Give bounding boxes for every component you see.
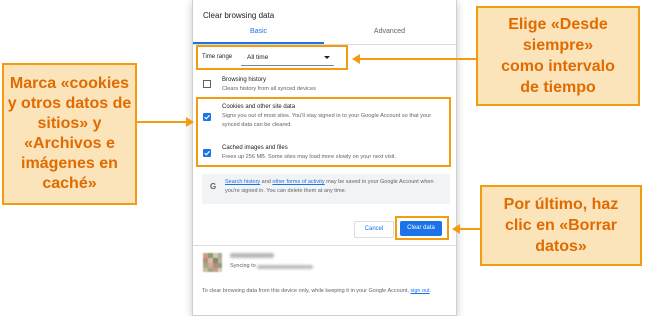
arrow-left-icon	[452, 224, 460, 234]
sync-label: Syncing to	[230, 263, 256, 269]
dialog-title: Clear browsing data	[203, 11, 275, 20]
divider	[193, 245, 456, 246]
browsing-history-title: Browsing history	[222, 77, 267, 83]
callout-select-checkboxes: Marca «cookies y otros datos de sitios» …	[2, 63, 137, 205]
account-email-redacted	[257, 265, 313, 269]
callout-clear-data: Por último, haz clic en «Borrar datos»	[480, 185, 642, 266]
account-name-redacted	[230, 253, 274, 258]
sign-out-link[interactable]: sign out	[410, 288, 429, 294]
arrow-line	[360, 58, 476, 60]
google-g-icon: G	[210, 182, 217, 191]
arrow-line	[460, 228, 480, 230]
arrow-left-icon	[352, 54, 360, 64]
callout-time-range: Elige «Desde siempre» como intervalo de …	[476, 6, 640, 106]
arrow-right-icon	[186, 117, 194, 127]
options-highlight	[196, 97, 451, 167]
time-range-highlight	[196, 45, 348, 70]
tab-basic[interactable]: Basic	[193, 28, 324, 42]
arrow-line	[137, 121, 188, 123]
browsing-history-description: Clears history from all synced devices	[222, 86, 316, 92]
clear-button-highlight	[395, 216, 449, 240]
google-activity-info: G Search history and other forms of acti…	[202, 174, 450, 204]
other-activity-link[interactable]: other forms of activity	[272, 179, 324, 185]
browsing-history-checkbox[interactable]	[203, 80, 211, 88]
avatar	[203, 253, 222, 272]
tab-advanced[interactable]: Advanced	[324, 28, 455, 42]
search-history-link[interactable]: Search history	[225, 179, 260, 185]
cancel-button[interactable]: Cancel	[354, 221, 394, 238]
footer-text: To clear browsing data from this device …	[202, 288, 432, 294]
